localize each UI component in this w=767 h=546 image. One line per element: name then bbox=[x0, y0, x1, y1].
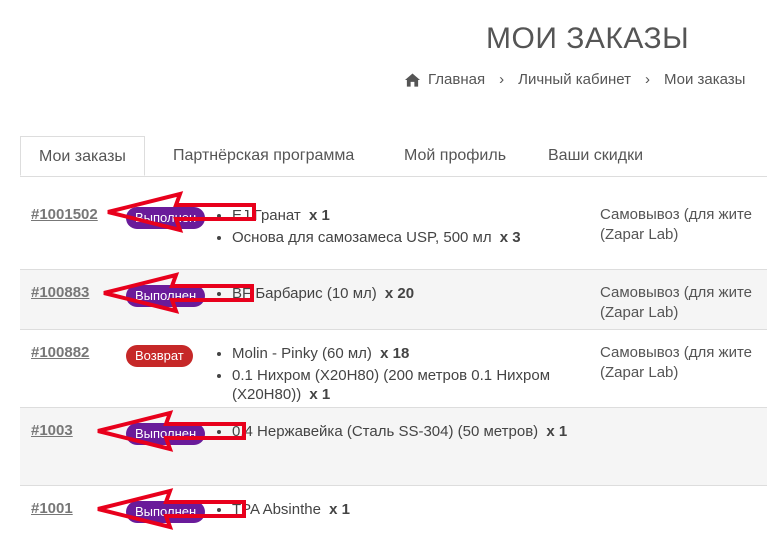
order-items-list: Molin - Pinky (60 мл) x 18 0.1 Нихром (X… bbox=[216, 344, 607, 407]
delivery-line: (Zapar Lab) bbox=[600, 304, 679, 321]
tab-discounts[interactable]: Ваши скидки bbox=[548, 136, 643, 176]
table-row: #1001 Выполнен TPA Absinthe x 1 bbox=[20, 486, 767, 546]
table-row: #1001502 Выполнен EJ Гранат x 1 Основа д… bbox=[20, 176, 767, 270]
list-item: 0.4 Нержавейка (Сталь SS-304) (50 метров… bbox=[232, 422, 607, 441]
order-items-list: BF Барбарис (10 мл) x 20 bbox=[216, 284, 607, 306]
table-row: #100882 Возврат Molin - Pinky (60 мл) x … bbox=[20, 330, 767, 408]
breadcrumb: Главная › Личный кабинет › Мои заказы bbox=[405, 71, 745, 88]
delivery-line: (Zapar Lab) bbox=[600, 226, 679, 243]
list-item: EJ Гранат x 1 bbox=[232, 206, 607, 225]
tab-my-profile[interactable]: Мой профиль bbox=[404, 136, 506, 176]
list-item: BF Барбарис (10 мл) x 20 bbox=[232, 284, 607, 303]
item-qty: x 20 bbox=[384, 285, 415, 302]
orders-table: #1001502 Выполнен EJ Гранат x 1 Основа д… bbox=[20, 176, 767, 546]
page-title: МОИ ЗАКАЗЫ bbox=[486, 22, 690, 55]
status-badge: Выполнен bbox=[126, 285, 206, 307]
status-badge: Выполнен bbox=[126, 501, 206, 523]
tab-partner-program[interactable]: Партнёрская программа bbox=[173, 136, 354, 176]
home-icon[interactable] bbox=[405, 72, 420, 87]
delivery-info: Самовывоз (для жите (Zapar Lab) bbox=[600, 205, 767, 245]
list-item: 0.1 Нихром (X20H80) (200 метров 0.1 Нихр… bbox=[232, 366, 607, 404]
item-name: Molin - Pinky (60 мл) bbox=[232, 345, 372, 362]
table-row: #1003 Выполнен 0.4 Нержавейка (Сталь SS-… bbox=[20, 408, 767, 486]
list-item: TPA Absinthe x 1 bbox=[232, 500, 607, 519]
order-items-list: EJ Гранат x 1 Основа для самозамеса USP,… bbox=[216, 206, 607, 250]
delivery-info: Самовывоз (для жите (Zapar Lab) bbox=[600, 343, 767, 383]
breadcrumb-separator: › bbox=[644, 71, 650, 88]
order-number-link[interactable]: #1001502 bbox=[31, 206, 98, 223]
breadcrumb-separator: › bbox=[499, 71, 505, 88]
tab-my-orders[interactable]: Мои заказы bbox=[20, 136, 145, 176]
table-row: #100883 Выполнен BF Барбарис (10 мл) x 2… bbox=[20, 270, 767, 330]
delivery-line: Самовывоз (для жите bbox=[600, 284, 753, 301]
item-name: 0.1 Нихром (X20H80) (200 метров 0.1 Нихр… bbox=[232, 367, 551, 403]
order-number-link[interactable]: #1001 bbox=[31, 500, 73, 517]
item-qty: x 1 bbox=[329, 501, 350, 518]
order-number-link[interactable]: #100883 bbox=[31, 284, 89, 301]
breadcrumb-cabinet-link[interactable]: Личный кабинет bbox=[518, 71, 631, 88]
item-name: EJ Гранат bbox=[232, 207, 301, 224]
delivery-line: Самовывоз (для жите bbox=[600, 344, 753, 361]
delivery-line: Самовывоз (для жите bbox=[600, 206, 753, 223]
breadcrumb-current: Мои заказы bbox=[663, 71, 746, 88]
order-items-list: TPA Absinthe x 1 bbox=[216, 500, 607, 522]
status-badge: Выполнен bbox=[126, 207, 206, 229]
item-name: Основа для самозамеса USP, 500 мл bbox=[232, 229, 492, 246]
item-name: TPA Absinthe bbox=[232, 501, 321, 518]
item-qty: x 18 bbox=[380, 345, 410, 362]
status-badge: Выполнен bbox=[126, 423, 206, 445]
item-qty: x 1 bbox=[308, 207, 330, 224]
item-qty: x 1 bbox=[546, 423, 568, 440]
order-items-list: 0.4 Нержавейка (Сталь SS-304) (50 метров… bbox=[216, 422, 607, 444]
status-badge: Возврат bbox=[126, 345, 193, 367]
item-name: BF Барбарис (10 мл) bbox=[232, 285, 377, 302]
order-number-link[interactable]: #100882 bbox=[31, 344, 89, 361]
breadcrumb-home-link[interactable]: Главная bbox=[428, 71, 485, 88]
list-item: Основа для самозамеса USP, 500 мл x 3 bbox=[232, 228, 607, 247]
list-item: Molin - Pinky (60 мл) x 18 bbox=[232, 344, 607, 363]
item-name: 0.4 Нержавейка (Сталь SS-304) (50 метров… bbox=[232, 423, 539, 440]
account-tabs: Мои заказы Партнёрская программа Мой про… bbox=[20, 136, 767, 177]
item-qty: x 1 bbox=[309, 386, 331, 403]
order-number-link[interactable]: #1003 bbox=[31, 422, 73, 439]
delivery-line: (Zapar Lab) bbox=[600, 364, 679, 381]
item-qty: x 3 bbox=[499, 229, 521, 246]
delivery-info: Самовывоз (для жите (Zapar Lab) bbox=[600, 283, 767, 323]
